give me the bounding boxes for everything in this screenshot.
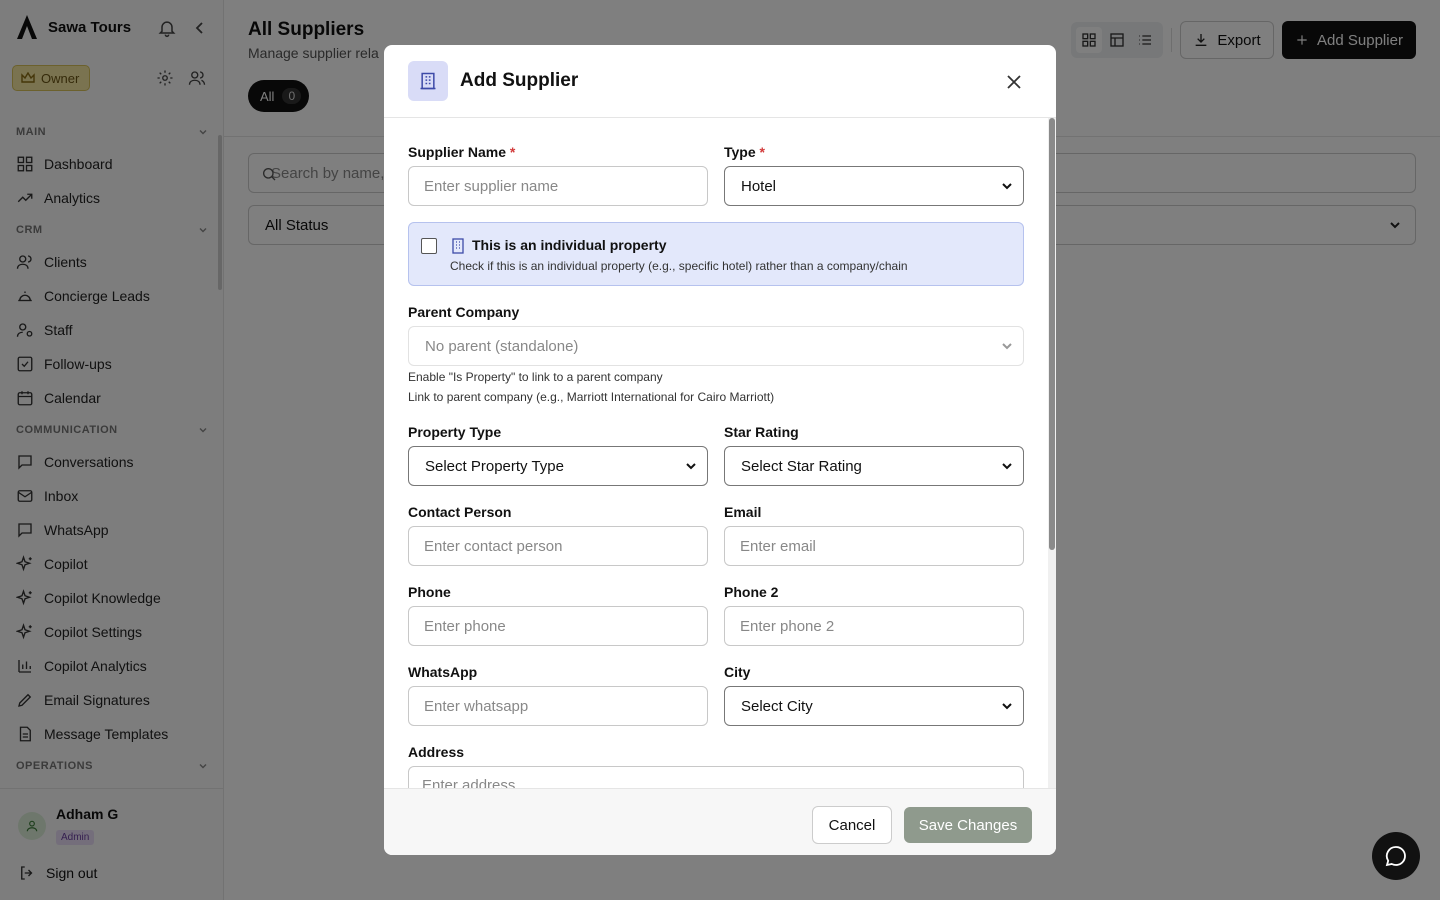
individual-property-box: This is an individual property Check if … [408, 222, 1024, 286]
parent-company-label: Parent Company [408, 304, 520, 320]
parent-company-select[interactable]: No parent (standalone) [408, 326, 1024, 366]
modal-body[interactable]: Supplier Name * Enter supplier name Type… [384, 118, 1056, 788]
address-input[interactable]: Enter address [408, 766, 1024, 788]
contact-person-label: Contact Person [408, 504, 512, 520]
property-type-label: Property Type [408, 424, 502, 440]
address-label: Address [408, 744, 465, 760]
modal-header-icon [408, 61, 448, 101]
phone-input[interactable]: Enter phone [408, 606, 708, 646]
individual-property-label: This is an individual property [472, 237, 667, 253]
supplier-name-label: Supplier Name * [408, 144, 516, 160]
parent-company-hint-1: Enable "Is Property" to link to a parent… [408, 370, 663, 384]
modal-scrollbar[interactable] [1049, 118, 1055, 550]
city-label: City [724, 664, 751, 680]
email-field[interactable]: Enter email [724, 526, 1024, 566]
individual-property-description: Check if this is an individual property … [450, 259, 908, 273]
type-select[interactable]: Hotel [724, 166, 1024, 206]
whatsapp-input[interactable]: Enter whatsapp [408, 686, 708, 726]
add-supplier-modal: Add Supplier Supplier Name * Enter suppl… [384, 45, 1056, 855]
chevron-down-icon [1002, 343, 1012, 350]
email-label: Email [724, 504, 762, 520]
modal-footer: Cancel Save Changes [384, 788, 1056, 855]
phone-label: Phone [408, 584, 451, 600]
individual-property-checkbox[interactable] [421, 238, 437, 254]
chevron-down-icon [686, 463, 696, 470]
star-rating-select[interactable]: Select Star Rating [724, 446, 1024, 486]
property-type-select[interactable]: Select Property Type [408, 446, 708, 486]
phone2-label: Phone 2 [724, 584, 779, 600]
chat-bubble-icon [1385, 846, 1406, 867]
close-icon[interactable] [1004, 72, 1024, 92]
parent-company-hint-2: Link to parent company (e.g., Marriott I… [408, 390, 775, 404]
city-select[interactable]: Select City [724, 686, 1024, 726]
chevron-down-icon [1002, 703, 1012, 710]
chat-launcher-button[interactable] [1372, 832, 1420, 880]
modal-header: Add Supplier [384, 45, 1056, 118]
chevron-down-icon [1002, 463, 1012, 470]
contact-person-input[interactable]: Enter contact person [408, 526, 708, 566]
supplier-name-input[interactable]: Enter supplier name [408, 166, 708, 206]
chevron-down-icon [1002, 183, 1012, 190]
cancel-button[interactable]: Cancel [812, 806, 892, 844]
modal-title: Add Supplier [460, 70, 579, 91]
whatsapp-label: WhatsApp [408, 664, 478, 680]
building-icon [420, 72, 436, 90]
type-label: Type * [724, 144, 765, 160]
star-rating-label: Star Rating [724, 424, 799, 440]
save-button[interactable]: Save Changes [904, 807, 1032, 843]
phone2-input[interactable]: Enter phone 2 [724, 606, 1024, 646]
building-icon [452, 238, 464, 254]
